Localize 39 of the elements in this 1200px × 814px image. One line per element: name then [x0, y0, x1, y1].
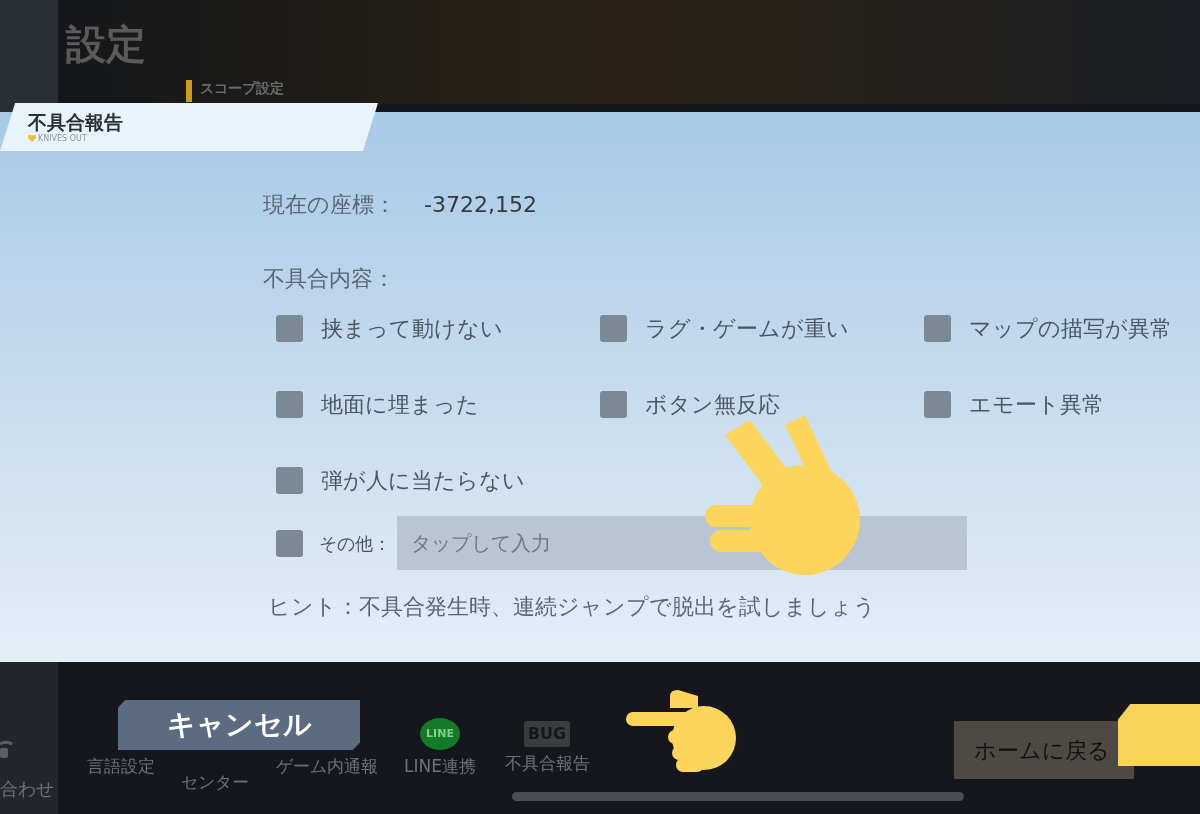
cancel-button[interactable]: キャンセル	[118, 700, 360, 750]
page-title: 設定	[66, 20, 146, 69]
checkbox[interactable]	[276, 529, 303, 557]
pointing-hand-icon	[626, 690, 736, 774]
heart-icon	[28, 135, 36, 143]
checkbox-label: 地面に埋まった	[321, 390, 479, 419]
checkbox-label: マップの描写が異常	[969, 314, 1172, 343]
checkbox-label: ボタン無反応	[645, 390, 780, 419]
checkbox-label: エモート異常	[969, 390, 1104, 419]
scrollbar[interactable]	[512, 792, 964, 801]
accent-bar	[186, 80, 192, 102]
checkbox[interactable]	[600, 390, 627, 418]
section-label: スコープ設定	[200, 79, 284, 98]
checkbox-label: 弾が人に当たらない	[321, 466, 525, 495]
menu-label[interactable]: LINE連携	[404, 754, 476, 780]
sidebar-item[interactable]: 合わせ	[0, 775, 56, 802]
menu-label[interactable]: ゲーム内通報	[276, 754, 378, 780]
menu-label[interactable]: 言語設定	[87, 754, 155, 780]
checkbox[interactable]	[924, 314, 951, 342]
issues-label: 不具合内容：	[263, 265, 395, 293]
coordinates-label: 現在の座標：	[263, 191, 396, 219]
chat-bubble-icon[interactable]: LINE	[420, 718, 460, 750]
checkbox-label: 挟まって動けない	[321, 314, 503, 343]
checkbox[interactable]	[924, 390, 951, 418]
dialog-title: 不具合報告	[28, 111, 124, 134]
checkbox-label: ラグ・ゲームが重い	[645, 314, 849, 343]
checkbox[interactable]	[276, 466, 303, 494]
checkbox-label: その他：	[319, 531, 391, 556]
checkbox[interactable]	[600, 314, 627, 342]
home-button[interactable]: ホームに戻る	[954, 721, 1134, 779]
checkbox[interactable]	[276, 390, 303, 418]
confirm-button[interactable]	[1118, 704, 1200, 766]
hint-text: ヒント：不具合発生時、連続ジャンプで脱出を試しましょう	[268, 593, 876, 621]
dialog-subtitle: KNIVES OUT	[38, 134, 87, 143]
headset-icon	[0, 740, 14, 760]
coordinates-value: -3722,152	[424, 191, 537, 219]
checkbox[interactable]	[276, 314, 303, 342]
menu-label[interactable]: センター	[181, 770, 249, 796]
menu-label[interactable]: 不具合報告	[504, 751, 590, 777]
